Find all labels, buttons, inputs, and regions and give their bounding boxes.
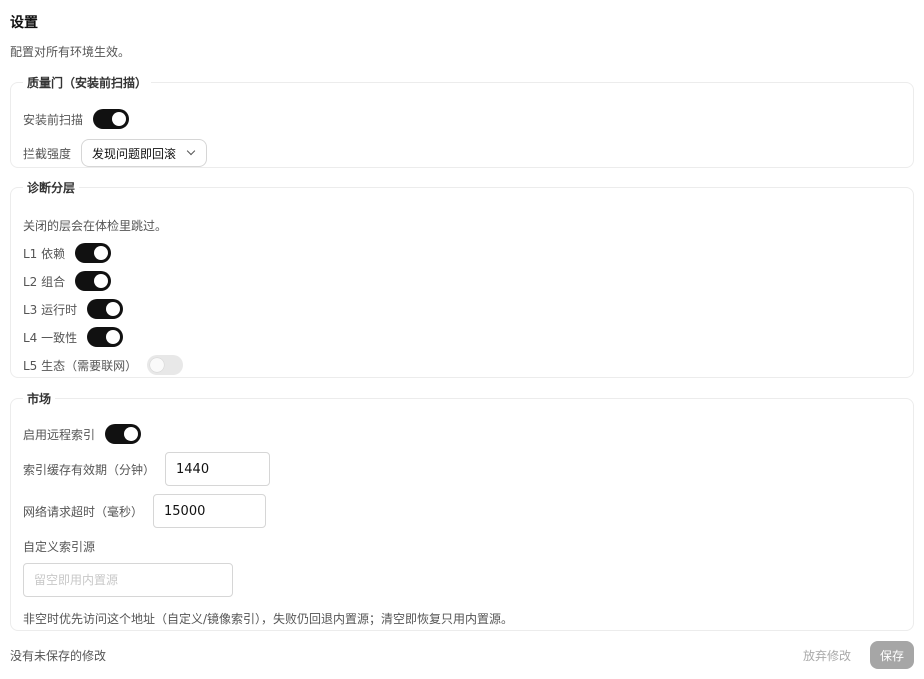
custom-source-row: [23, 563, 233, 597]
strength-label: 拦截强度: [23, 146, 72, 161]
toggle-knob: [112, 112, 127, 126]
layer-row-l2: L2 组合: [23, 271, 112, 291]
remote-index-toggle[interactable]: [105, 424, 142, 444]
custom-source-label-row: 自定义索引源: [23, 538, 95, 555]
layer-toggle-l4[interactable]: [87, 327, 124, 347]
custom-source-hint-row: 非空时优先访问这个地址（自定义/镜像索引），失败仍回退内置源；清空即恢复只用内置…: [23, 610, 513, 627]
diagnostics-section: 诊断分层 关闭的层会在体检里跳过。 L1 依赖 L2 组合 L3 运行时 L4 …: [10, 179, 914, 378]
layer-label: L2 组合: [23, 274, 66, 289]
custom-source-label: 自定义索引源: [23, 540, 96, 554]
layer-toggle-l5[interactable]: [147, 355, 184, 375]
layer-row-l3: L3 运行时: [23, 299, 124, 319]
strength-select[interactable]: 发现问题即回滚: [81, 139, 208, 167]
unsaved-status: 没有未保存的修改: [10, 649, 107, 663]
scan-toggle[interactable]: [93, 109, 130, 129]
page-title: 设置: [10, 15, 38, 31]
timeout-label: 网络请求超时（毫秒）: [23, 504, 144, 519]
layer-toggle-l3[interactable]: [87, 299, 124, 319]
cache-ttl-row: 索引缓存有效期（分钟）: [23, 452, 271, 486]
remote-index-row: 启用远程索引: [23, 424, 142, 444]
discard-button[interactable]: 放弃修改: [803, 647, 851, 664]
quality-gate-legend: 质量门（安装前扫描）: [27, 76, 148, 90]
layer-row-l5: L5 生态（需要联网）: [23, 355, 184, 375]
scan-row: 安装前扫描: [23, 109, 130, 129]
custom-source-hint: 非空时优先访问这个地址（自定义/镜像索引），失败仍回退内置源；清空即恢复只用内置…: [23, 612, 514, 626]
layer-label: L1 依赖: [23, 246, 66, 261]
scan-label: 安装前扫描: [23, 112, 84, 127]
layer-label: L4 一致性: [23, 330, 78, 345]
diagnostics-description: 关闭的层会在体检里跳过。: [23, 217, 167, 234]
layer-toggle-l2[interactable]: [75, 271, 112, 291]
toggle-knob: [94, 274, 109, 288]
timeout-row: 网络请求超时（毫秒）: [23, 494, 267, 528]
cache-ttl-input[interactable]: [165, 452, 271, 486]
market-section: 市场 启用远程索引 索引缓存有效期（分钟） 网络请求超时（毫秒） 自定义索引源 …: [10, 390, 914, 631]
save-button[interactable]: 保存: [870, 641, 914, 669]
strength-select-value: 发现问题即回滚: [92, 146, 177, 161]
toggle-knob: [106, 330, 121, 344]
diagnostics-legend: 诊断分层: [27, 181, 76, 195]
layer-toggle-l1[interactable]: [75, 243, 112, 263]
layer-row-l4: L4 一致性: [23, 327, 124, 347]
toggle-knob: [124, 427, 139, 441]
remote-index-label: 启用远程索引: [23, 427, 96, 442]
timeout-input[interactable]: [153, 494, 267, 528]
toggle-knob: [94, 246, 109, 260]
diagnostics-description-text: 关闭的层会在体检里跳过。: [23, 219, 168, 233]
toggle-knob: [106, 302, 121, 316]
strength-row: 拦截强度 发现问题即回滚: [23, 139, 208, 167]
toggle-knob: [150, 358, 165, 372]
layer-label: L5 生态（需要联网）: [23, 358, 138, 373]
market-legend: 市场: [27, 392, 52, 406]
quality-gate-section: 质量门（安装前扫描） 安装前扫描 拦截强度 发现问题即回滚: [10, 74, 914, 168]
custom-source-input[interactable]: [23, 563, 233, 597]
layer-label: L3 运行时: [23, 302, 78, 317]
cache-ttl-label: 索引缓存有效期（分钟）: [23, 462, 156, 477]
page-description: 配置对所有环境生效。: [10, 45, 131, 59]
layer-row-l1: L1 依赖: [23, 243, 112, 263]
chevron-down-icon: [186, 146, 196, 156]
